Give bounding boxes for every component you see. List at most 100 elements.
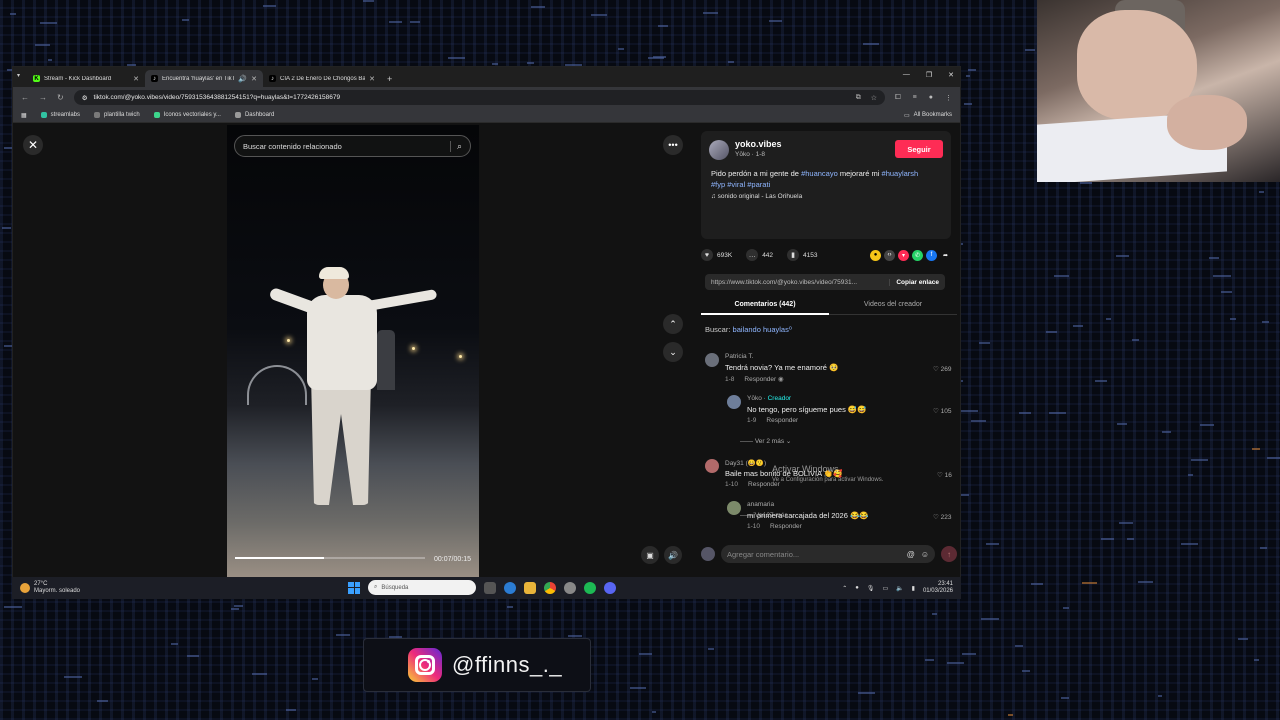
close-tab-icon[interactable]: ✕ [369, 75, 375, 83]
task-view-icon[interactable] [484, 581, 496, 594]
reply-button[interactable]: Responder [744, 376, 776, 383]
tray-chevron-icon[interactable]: ⌃ [842, 585, 847, 592]
comments-panel: yoko.vibes Yōko · 1-8 Seguir Pido perdón… [695, 125, 960, 577]
close-window-icon[interactable]: ✕ [948, 71, 954, 79]
speaker-icon[interactable]: 🔈 [896, 585, 903, 592]
tab-tiktok-huaylas[interactable]: ♪ Encuentra 'huaylas' en TikTok 🔊 ✕ [145, 70, 263, 87]
comment-like-button[interactable]: ♡ 269 [933, 365, 952, 373]
related-search-input[interactable]: Buscar contenido relacionado ⌕ [234, 135, 471, 157]
back-icon[interactable]: ← [21, 93, 29, 102]
tab-creator-videos[interactable]: Videos del creador [829, 295, 957, 314]
reply-button[interactable]: Responder [766, 417, 798, 424]
creator-username[interactable]: yoko.vibes [735, 139, 782, 149]
next-video-button[interactable]: ⌄ [663, 342, 683, 362]
mention-icon[interactable]: @ [907, 550, 915, 559]
tab-search-icon[interactable]: ▾ [17, 72, 20, 79]
discord-icon[interactable] [604, 581, 616, 594]
obs-icon[interactable] [564, 581, 576, 594]
battery-icon[interactable]: ▮ [912, 585, 915, 592]
video-progress-bar[interactable] [235, 557, 425, 559]
comment-input[interactable]: Agregar comentario... @ ☺ [721, 545, 935, 563]
close-icon: ✕ [27, 138, 39, 152]
music-link[interactable]: ♫ sonido original - Las Orihuela [711, 193, 802, 200]
taskbar-search[interactable]: ⌕ Búsqueda [368, 580, 476, 595]
like-button[interactable]: ♥ 693K [701, 249, 732, 261]
reload-icon[interactable]: ↻ [57, 93, 64, 102]
minimize-icon[interactable]: — [903, 71, 910, 79]
follow-button[interactable]: Seguir [895, 140, 943, 158]
audio-icon[interactable]: 🔊 [238, 75, 247, 83]
tab-comments[interactable]: Comentarios (442) [701, 295, 829, 315]
address-bar[interactable]: ⚙ tiktok.com/@yoko.vibes/video/759315364… [73, 90, 886, 105]
taskbar-clock[interactable]: 23:41 01/03/2026 [923, 581, 953, 595]
commenter-avatar[interactable] [727, 395, 741, 409]
bookmark-iconos[interactable]: Iconos vectoriales y... [153, 112, 221, 118]
bookmark-plantilla[interactable]: plantilla twich [94, 112, 140, 118]
view-more-replies[interactable]: —— Ver 27 más ⌄ [740, 511, 795, 519]
network-icon[interactable]: ▭ [883, 585, 889, 592]
background-dash [964, 103, 972, 106]
background-dash [39, 21, 57, 24]
video-player[interactable]: 00:07/00:15 [227, 125, 479, 577]
tab-kick-dashboard[interactable]: K Stream - Kick Dashboard ✕ [27, 70, 145, 87]
media-icon[interactable]: ≡ [913, 94, 917, 102]
windows-start-icon[interactable] [348, 581, 360, 594]
volume-button[interactable]: 🔊 [664, 546, 682, 564]
close-video-button[interactable]: ✕ [23, 135, 43, 155]
spotify-icon[interactable] [584, 581, 596, 594]
chrome-icon[interactable] [544, 581, 556, 594]
close-tab-icon[interactable]: ✕ [133, 75, 139, 83]
site-info-icon[interactable]: ⚙ [82, 94, 88, 102]
floating-player-button[interactable]: ▣ [641, 546, 659, 564]
more-options-button[interactable]: ••• [663, 135, 683, 155]
coin-icon[interactable]: ● [870, 249, 881, 261]
profile-icon[interactable]: ● [929, 94, 933, 102]
hashtag-link[interactable]: #fyp #viral #parati [711, 180, 770, 189]
comment-like-button[interactable]: ♡ 105 [933, 407, 952, 415]
reply-button[interactable]: Responder [770, 523, 802, 530]
bookmark-dashboard[interactable]: Dashboard [234, 112, 274, 118]
forward-icon[interactable]: → [39, 93, 47, 102]
hashtag-link[interactable]: #huaylarsh [882, 169, 919, 178]
close-tab-icon[interactable]: ✕ [251, 75, 257, 83]
share-icon[interactable]: ➦ [940, 250, 951, 261]
tab-tiktok-cia[interactable]: ♪ CIA 2 De Enero De Chongos Bajo ✕ [263, 70, 381, 87]
edge-icon[interactable] [504, 581, 516, 594]
microphone-icon[interactable]: 🎙 [867, 585, 875, 592]
menu-icon[interactable]: ⋮ [945, 94, 952, 102]
whatsapp-icon[interactable]: ✆ [912, 249, 923, 261]
save-button[interactable]: ▮ 4153 [787, 249, 818, 261]
search-icon[interactable]: ⌕ [449, 140, 462, 152]
all-bookmarks[interactable]: ▭ All Bookmarks [904, 112, 952, 119]
hashtag-link[interactable]: #huancayo [801, 169, 838, 178]
previous-video-button[interactable]: ⌃ [663, 314, 683, 334]
send-icon[interactable]: ▾ [898, 249, 909, 261]
file-explorer-icon[interactable] [524, 581, 536, 594]
comment-button[interactable]: … 442 [746, 249, 773, 261]
copy-link-button[interactable]: Copiar enlace [889, 278, 945, 286]
creator-avatar[interactable] [709, 140, 729, 160]
embed-icon[interactable]: ‹› [884, 249, 895, 261]
install-icon[interactable]: ⧉ [856, 94, 861, 102]
commenter-avatar[interactable] [727, 501, 741, 515]
weather-widget[interactable]: 27°C Mayorm. soleado [20, 581, 80, 595]
emoji-icon[interactable]: ☺ [921, 550, 929, 559]
apps-icon[interactable]: ▦ [21, 112, 27, 119]
tray-app-icon[interactable]: ● [855, 585, 859, 591]
bookmark-star-icon[interactable]: ☆ [871, 94, 877, 102]
search-suggestion[interactable]: Buscar: bailando huaylas⁰ [705, 325, 792, 334]
post-actions: ♥ 693K … 442 ▮ 4153 ● ‹› ▾ ✆ f ➦ [701, 248, 951, 262]
maximize-icon[interactable]: ❐ [926, 71, 932, 79]
kick-icon: K [33, 75, 40, 82]
extensions-icon[interactable]: ⧠ [895, 94, 901, 102]
comment-like-button[interactable]: ♡ 16 [937, 471, 952, 479]
video-link-field[interactable]: https://www.tiktok.com/@yoko.vibes/video… [705, 274, 945, 290]
post-comment-button[interactable]: ↑ [941, 546, 957, 562]
new-tab-button[interactable]: + [387, 74, 392, 84]
comment-like-button[interactable]: ♡ 223 [933, 513, 952, 521]
commenter-avatar[interactable] [705, 353, 719, 367]
view-more-replies[interactable]: —— Ver 2 más ⌄ [740, 437, 791, 445]
bookmark-streamlabs[interactable]: streamlabs [40, 112, 80, 118]
facebook-icon[interactable]: f [926, 249, 937, 261]
commenter-avatar[interactable] [705, 459, 719, 473]
